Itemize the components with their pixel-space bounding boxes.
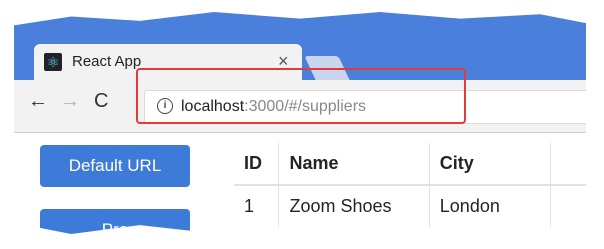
cell-more	[550, 184, 586, 227]
tab-title: React App	[72, 53, 142, 70]
column-header-id: ID	[234, 143, 279, 186]
secondary-nav-button[interactable]: Pro	[40, 209, 190, 234]
table-header-row: ID Name City	[234, 143, 586, 186]
url-highlight-box	[136, 68, 466, 124]
react-favicon-icon: ⚛	[44, 53, 62, 71]
table-row: 1 Zoom Shoes London	[234, 184, 586, 227]
browser-window: ⚛ React App × ← → C i localhost:3000/#/s…	[14, 12, 586, 234]
page-content: Default URL Pro ID Name City 1 Zoom Shoe…	[14, 133, 586, 234]
reload-icon[interactable]: C	[94, 90, 108, 113]
cell-id: 1	[234, 184, 279, 227]
arrow-left-icon[interactable]: ←	[28, 90, 48, 113]
column-header-more	[550, 143, 586, 186]
arrow-right-icon[interactable]: →	[60, 90, 80, 113]
column-header-city: City	[428, 143, 551, 186]
cell-name: Zoom Shoes	[278, 184, 430, 227]
suppliers-table: ID Name City 1 Zoom Shoes London	[234, 143, 586, 227]
default-url-button[interactable]: Default URL	[40, 145, 190, 187]
column-header-name: Name	[278, 143, 430, 186]
cell-city: London	[428, 184, 551, 227]
